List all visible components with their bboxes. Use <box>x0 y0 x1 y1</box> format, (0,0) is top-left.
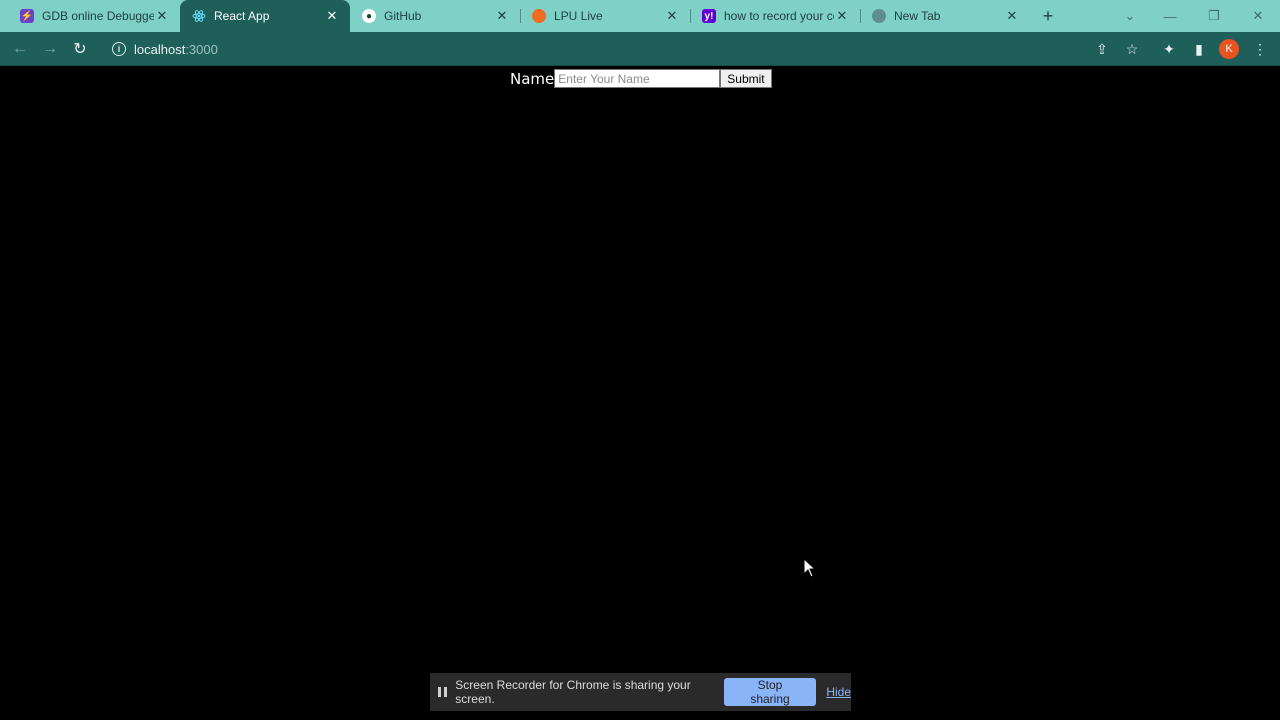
screen-share-bar: Screen Recorder for Chrome is sharing yo… <box>430 673 851 711</box>
url-port: :3000 <box>185 41 218 57</box>
lpu-icon <box>532 9 546 23</box>
tab-yahoo-search[interactable]: y! how to record your co ✕ <box>690 0 860 32</box>
stop-sharing-button[interactable]: Stop sharing <box>723 678 817 706</box>
url-host: localhost <box>134 41 186 57</box>
profile-avatar[interactable]: K <box>1219 39 1239 59</box>
browser-toolbar: ← → ↻ i localhost:3000 ⇪ ☆ ✦ ▮ ⋮ <box>0 32 1280 66</box>
menu-dots-icon[interactable]: ⋮ <box>1249 38 1271 60</box>
yahoo-icon: y! <box>702 9 716 23</box>
tab-react-app[interactable]: React App ✕ <box>180 0 350 32</box>
address-bar[interactable]: i localhost:3000 <box>104 36 1144 62</box>
tab-title: LPU Live <box>554 9 603 23</box>
forward-arrow-icon[interactable]: → <box>37 36 63 62</box>
submit-button[interactable]: Submit <box>720 69 772 88</box>
name-label: Name <box>510 69 555 88</box>
tab-title: React App <box>214 9 270 23</box>
bookmark-star-icon[interactable]: ☆ <box>1121 38 1143 60</box>
tab-title: GDB online Debugger <box>42 9 154 23</box>
tab-gdb-online-debugger[interactable]: ⚡ GDB online Debugger ✕ <box>8 0 180 32</box>
tab-new-tab[interactable]: New Tab ✕ <box>860 0 1030 32</box>
name-form: Name Submit <box>510 69 772 88</box>
extensions-puzzle-icon[interactable]: ✦ <box>1158 38 1180 60</box>
tab-title: GitHub <box>384 9 422 23</box>
page-content: Name Submit <box>0 67 1280 720</box>
restore-icon[interactable]: ❐ <box>1192 0 1236 32</box>
new-tab-button[interactable]: + <box>1036 4 1060 28</box>
reload-icon[interactable]: ↻ <box>67 36 93 62</box>
tab-title: how to record your co <box>724 9 834 23</box>
bolt-icon: ⚡ <box>20 9 34 23</box>
close-icon[interactable]: ✕ <box>154 8 170 24</box>
github-icon: ● <box>362 9 376 23</box>
name-input[interactable] <box>554 69 721 88</box>
tab-lpu-live[interactable]: LPU Live ✕ <box>520 0 690 32</box>
mouse-cursor-icon <box>803 558 817 578</box>
tab-search-icon[interactable]: ⌄ <box>1108 0 1152 32</box>
share-icon[interactable]: ⇪ <box>1091 38 1113 60</box>
close-icon[interactable]: ✕ <box>664 8 680 24</box>
tab-strip: ⚡ GDB online Debugger ✕ React App ✕ ● Gi… <box>0 0 1280 32</box>
close-icon[interactable]: ✕ <box>324 8 340 24</box>
react-icon <box>192 9 206 23</box>
hide-link[interactable]: Hide <box>826 685 851 699</box>
back-arrow-icon[interactable]: ← <box>7 36 33 62</box>
share-message: Screen Recorder for Chrome is sharing yo… <box>455 678 691 706</box>
globe-icon <box>872 9 886 23</box>
close-icon[interactable]: ✕ <box>494 8 510 24</box>
minimize-icon[interactable]: — <box>1148 0 1192 32</box>
info-icon[interactable]: i <box>112 42 126 56</box>
close-icon[interactable]: ✕ <box>1004 8 1020 24</box>
tab-title: New Tab <box>894 9 941 23</box>
pause-icon <box>438 687 448 697</box>
close-window-icon[interactable]: ✕ <box>1236 0 1280 32</box>
side-panel-icon[interactable]: ▮ <box>1188 38 1210 60</box>
tab-github[interactable]: ● GitHub ✕ <box>350 0 520 32</box>
close-icon[interactable]: ✕ <box>834 8 850 24</box>
